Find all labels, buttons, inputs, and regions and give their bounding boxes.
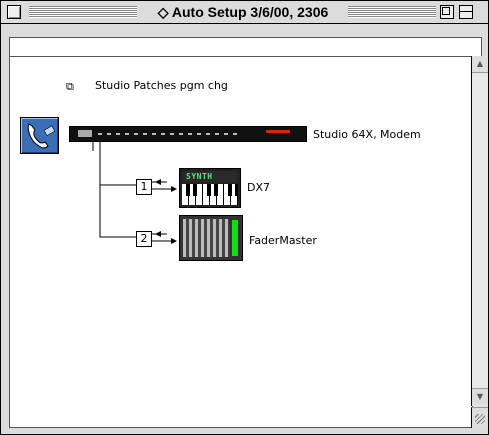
scroll-down-arrow-icon[interactable]: ▼	[472, 388, 488, 405]
port-1[interactable]: 1	[136, 179, 152, 195]
device-label-fadermaster[interactable]: FaderMaster	[249, 234, 317, 247]
synth-display-panel: SYNTH	[183, 171, 237, 182]
dx7-synth-icon[interactable]: SYNTH	[179, 168, 241, 208]
connection-lines	[92, 141, 177, 244]
scroll-up-arrow-icon[interactable]: ▲	[472, 56, 488, 73]
synth-black-keys	[182, 184, 238, 196]
port-2[interactable]: 2	[136, 231, 152, 247]
mixer-meter	[232, 220, 238, 256]
window: ◇ Auto Setup 3/6/00, 2306 ⧉ Studio Patch…	[0, 0, 489, 435]
grow-box-icon[interactable]	[471, 407, 488, 428]
fadermaster-icon[interactable]	[179, 215, 243, 261]
synth-display-text: SYNTH	[186, 172, 213, 181]
mixer-channels	[183, 219, 229, 257]
vertical-scrollbar[interactable]: ▲ ▼	[471, 56, 488, 406]
device-label-dx7[interactable]: DX7	[247, 181, 270, 194]
